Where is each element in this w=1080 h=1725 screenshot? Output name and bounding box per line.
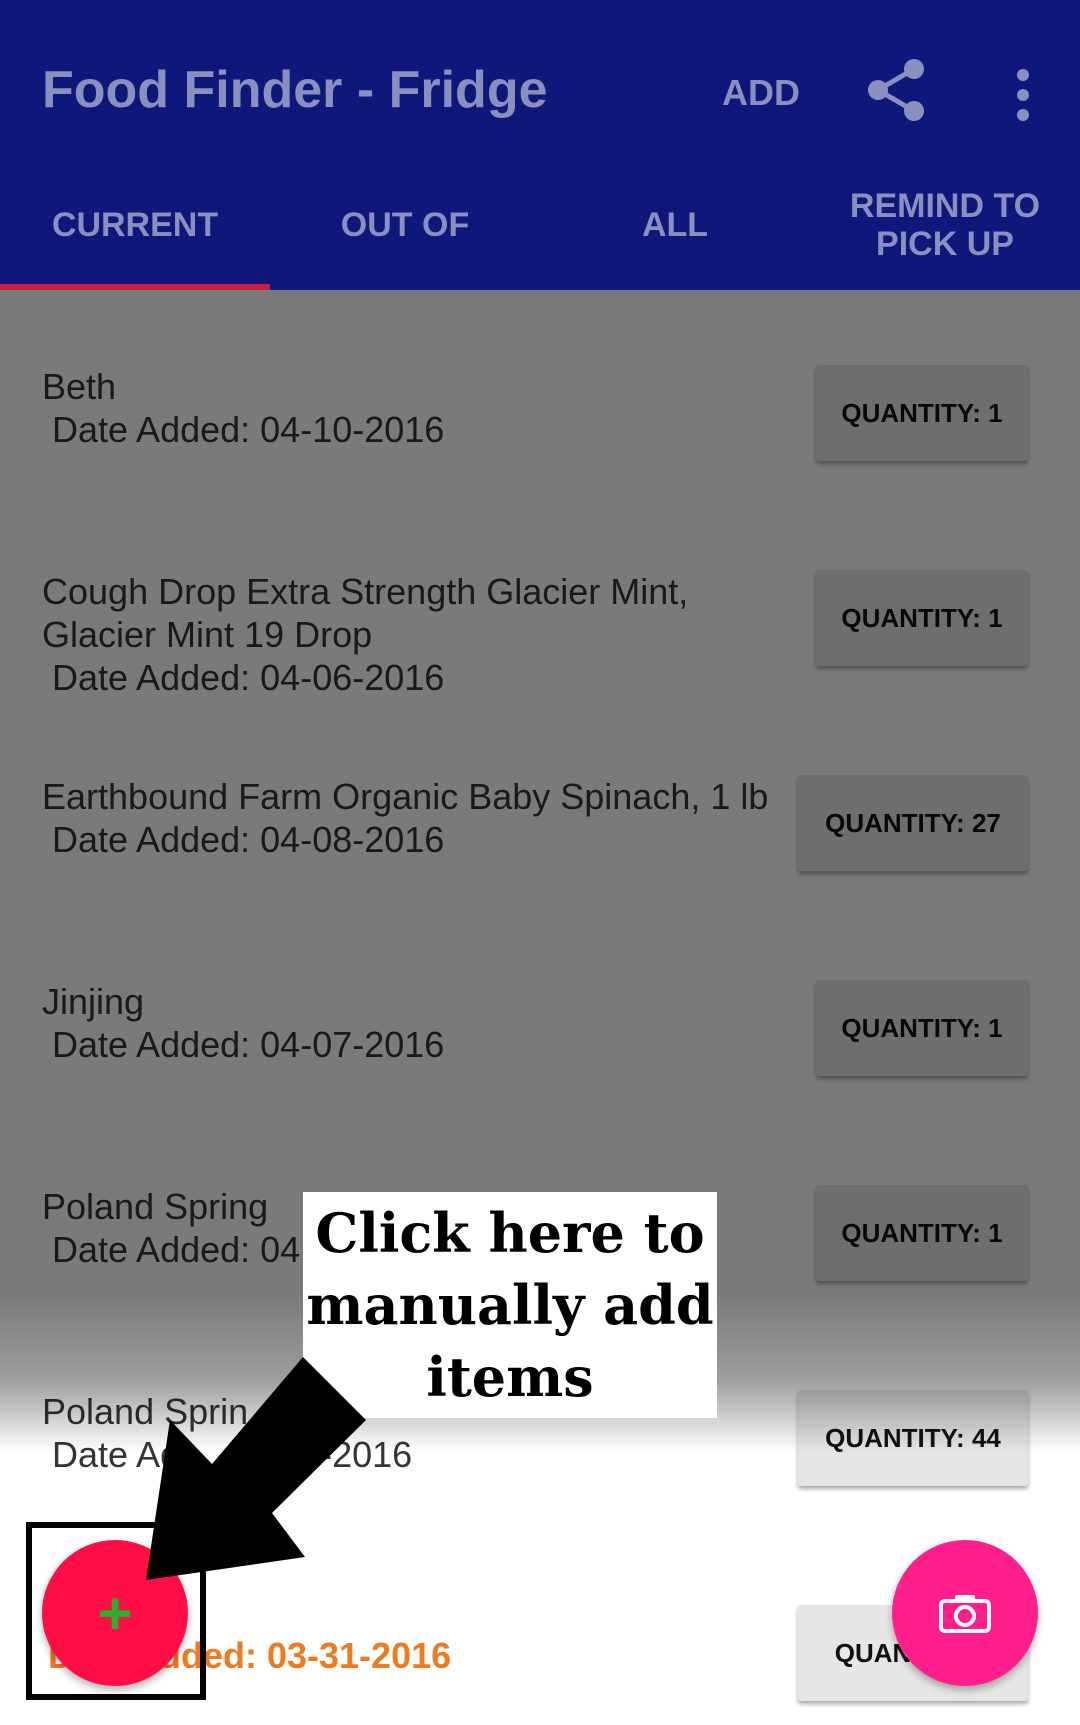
tab-remind-to-pick-up[interactable]: REMIND TO PICK UP [810, 160, 1080, 290]
item-name: Beth [42, 366, 117, 407]
camera-fab[interactable] [892, 1540, 1038, 1686]
plus-icon: + [97, 1579, 133, 1647]
item-date: Date Added: 04-06-2016 [52, 657, 445, 698]
list-item[interactable]: Earthbound Farm Organic Baby Spinach, 1 … [0, 775, 1080, 980]
quantity-button[interactable]: QUANTITY: 1 [816, 365, 1028, 461]
app-title: Food Finder - Fridge [42, 61, 548, 119]
quantity-button[interactable]: QUANTITY: 1 [816, 570, 1028, 666]
item-name: Poland Sprin [42, 1391, 249, 1432]
item-date: Date Added: 04-10-2016 [52, 409, 445, 450]
item-name: Cough Drop Extra Strength Glacier Mint, … [42, 571, 689, 655]
tab-out-of[interactable]: OUT OF [270, 160, 540, 290]
app-bar: Food Finder - Fridge ADD [0, 0, 1080, 160]
list-item[interactable]: Jinjing Date Added: 04-07-2016 QUANTITY:… [0, 980, 1080, 1185]
callout-label: Click here to manually add items [303, 1192, 717, 1418]
item-list[interactable]: Beth Date Added: 04-10-2016 QUANTITY: 1 … [0, 290, 1080, 1725]
quantity-button[interactable]: QUANTITY: 44 [798, 1390, 1028, 1486]
more-vert-icon[interactable] [1008, 65, 1038, 125]
add-action-button[interactable]: ADD [722, 72, 800, 114]
item-date: Date Ad [52, 1434, 181, 1475]
add-item-fab[interactable]: + [42, 1540, 188, 1686]
camera-icon [939, 1595, 991, 1633]
tab-bar: CURRENT OUT OF ALL REMIND TO PICK UP [0, 160, 1080, 290]
quantity-button[interactable]: QUANTITY: 1 [816, 980, 1028, 1076]
quantity-button[interactable]: QUANTITY: 27 [798, 775, 1028, 871]
tab-current[interactable]: CURRENT [0, 160, 270, 290]
tab-all[interactable]: ALL [540, 160, 810, 290]
quantity-button[interactable]: QUANTITY: 1 [816, 1185, 1028, 1281]
item-name: Earthbound Farm Organic Baby Spinach, 1 … [42, 776, 769, 817]
item-name: Jinjing [42, 981, 145, 1022]
list-item[interactable]: Cough Drop Extra Strength Glacier Mint, … [0, 570, 1080, 775]
item-date-tail: 4-2016 [300, 1434, 413, 1475]
item-date: Date Added: 04-07-2016 [52, 1024, 445, 1065]
share-icon[interactable] [862, 55, 932, 125]
item-date: Date Added: 04-08-2016 [52, 819, 445, 860]
list-item[interactable]: Beth Date Added: 04-10-2016 QUANTITY: 1 [0, 365, 1080, 570]
item-name: Poland Spring [42, 1186, 269, 1227]
